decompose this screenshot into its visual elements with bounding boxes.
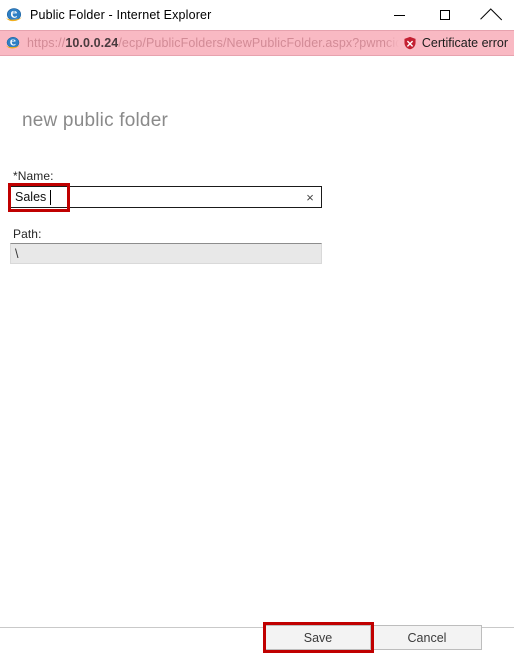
name-input[interactable] [11, 187, 299, 207]
maximize-button[interactable] [422, 0, 468, 30]
name-field-label: *Name: [13, 169, 54, 183]
certificate-error-label: Certificate error [421, 36, 508, 50]
page-title: new public folder [22, 110, 168, 131]
url-path: /ecp/PublicFolders/NewPublicFolder.aspx?… [118, 36, 399, 50]
internet-explorer-icon [5, 35, 21, 51]
page-content: new public folder *Name: × Path: Save Ca… [0, 56, 514, 653]
window-title: Public Folder - Internet Explorer [30, 8, 212, 22]
close-button[interactable] [468, 0, 514, 30]
url-host: 10.0.0.24 [65, 36, 119, 50]
address-bar-url[interactable]: https://10.0.0.24/ecp/PublicFolders/NewP… [27, 36, 399, 50]
close-icon [485, 9, 497, 21]
cancel-button[interactable]: Cancel [372, 625, 482, 650]
path-field-label: Path: [13, 227, 42, 241]
maximize-icon [440, 10, 450, 20]
window-controls [376, 0, 514, 30]
name-input-container[interactable]: × [10, 186, 322, 208]
path-input [11, 244, 321, 263]
minimize-icon [393, 15, 405, 16]
address-bar[interactable]: https://10.0.0.24/ecp/PublicFolders/NewP… [0, 30, 514, 56]
minimize-button[interactable] [376, 0, 422, 30]
url-scheme: https:// [27, 36, 66, 50]
certificate-error-icon [403, 36, 417, 50]
path-input-container [10, 243, 322, 264]
save-button[interactable]: Save [265, 625, 371, 650]
title-bar: Public Folder - Internet Explorer [0, 0, 514, 30]
browser-window: Public Folder - Internet Explorer https:… [0, 0, 514, 653]
text-caret [50, 190, 51, 205]
internet-explorer-icon [5, 6, 23, 24]
clear-input-icon[interactable]: × [299, 187, 321, 207]
certificate-error-badge[interactable]: Certificate error [399, 31, 514, 55]
